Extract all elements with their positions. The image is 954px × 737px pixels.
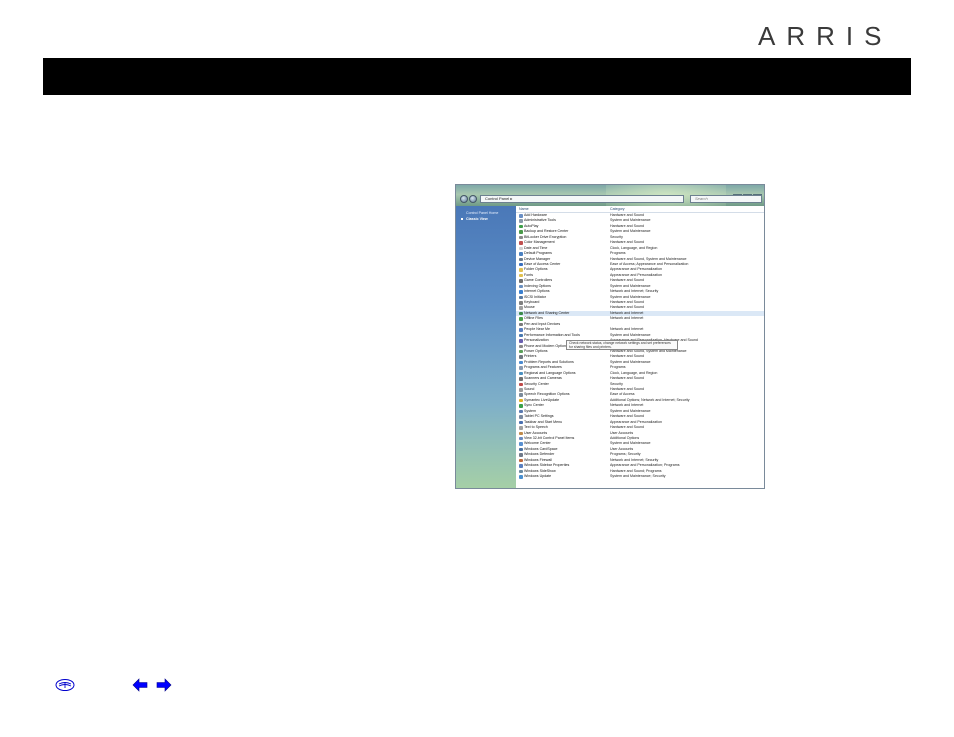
bullet-icon	[461, 218, 463, 220]
search-box: Search	[690, 195, 762, 203]
tooltip: Check network status, change network set…	[566, 340, 678, 350]
control-panel-item-icon	[519, 469, 523, 474]
footer-nav	[55, 678, 185, 694]
control-panel-item-icon	[519, 355, 523, 359]
control-panel-item-icon	[519, 436, 523, 441]
control-panel-item-icon	[519, 458, 523, 463]
control-panel-item-icon	[519, 301, 523, 305]
control-panel-item-icon	[519, 241, 523, 245]
control-panel-item-icon	[519, 219, 523, 223]
control-panel-item-icon	[519, 339, 523, 343]
control-panel-item-icon	[519, 257, 523, 261]
arris-logo: ARRIS	[758, 21, 893, 51]
control-panel-item-icon	[519, 360, 523, 365]
control-panel-item-icon	[519, 447, 523, 452]
control-panel-item-icon	[519, 246, 523, 251]
title-bar	[43, 58, 911, 95]
control-panel-item-icon	[519, 290, 523, 294]
control-panel-item-icon	[519, 224, 523, 229]
control-panel-item-icon	[519, 235, 523, 240]
control-panel-item-icon	[519, 284, 523, 289]
control-panel-item-icon	[519, 404, 523, 408]
forward-arrow-icon[interactable]	[156, 678, 172, 692]
control-panel-item-icon	[519, 268, 523, 272]
control-panel-item-icon	[519, 273, 523, 278]
control-panel-item-icon	[519, 311, 523, 316]
item-list: Name Category Add Hardware Hardware and S…	[516, 206, 764, 488]
list-item: Windows Update System and Maintenance; Se…	[516, 474, 764, 479]
control-panel-item-icon	[519, 252, 523, 256]
control-panel-item-icon	[519, 306, 523, 310]
back-nav-icon	[460, 195, 468, 203]
sidebar-item-classic-view: Classic View	[466, 217, 488, 221]
window-chrome: Control Panel ▸ Search	[456, 185, 764, 215]
item-name: Windows Update	[524, 474, 552, 478]
control-panel-item-icon	[519, 426, 523, 430]
control-panel-item-icon	[519, 464, 523, 468]
control-panel-item-icon	[519, 322, 523, 327]
control-panel-item-icon	[519, 409, 523, 414]
book-icon[interactable]	[55, 678, 75, 692]
address-bar: Control Panel ▸	[480, 195, 684, 203]
control-panel-item-icon	[519, 349, 523, 354]
control-panel-item-icon	[519, 262, 523, 267]
control-panel-item-icon	[519, 382, 523, 387]
item-category: System and Maintenance; Security	[610, 474, 666, 478]
control-panel-item-icon	[519, 453, 523, 457]
control-panel-item-icon	[519, 398, 523, 403]
control-panel-item-icon	[519, 230, 523, 234]
window-controls	[732, 186, 762, 199]
control-panel-item-icon	[519, 366, 523, 370]
control-panel-item-icon	[519, 377, 523, 381]
control-panel-item-icon	[519, 475, 523, 479]
control-panel-item-icon	[519, 214, 523, 218]
control-panel-item-icon	[519, 328, 523, 332]
control-panel-screenshot: Control Panel ▸ Search Control Panel Hom…	[455, 184, 765, 489]
control-panel-item-icon	[519, 333, 523, 338]
control-panel-item-icon	[519, 442, 523, 446]
control-panel-item-icon	[519, 317, 523, 321]
control-panel-item-icon	[519, 295, 523, 300]
control-panel-item-icon	[519, 371, 523, 376]
control-panel-item-icon	[519, 393, 523, 397]
control-panel-item-icon	[519, 431, 523, 435]
control-panel-item-icon	[519, 420, 523, 425]
control-panel-item-icon	[519, 415, 523, 419]
control-panel-item-icon	[519, 344, 523, 348]
forward-nav-icon	[469, 195, 477, 203]
sidebar: Control Panel Home Classic View	[456, 206, 516, 488]
back-arrow-icon[interactable]	[132, 678, 148, 692]
control-panel-item-icon	[519, 388, 523, 392]
control-panel-item-icon	[519, 279, 523, 283]
